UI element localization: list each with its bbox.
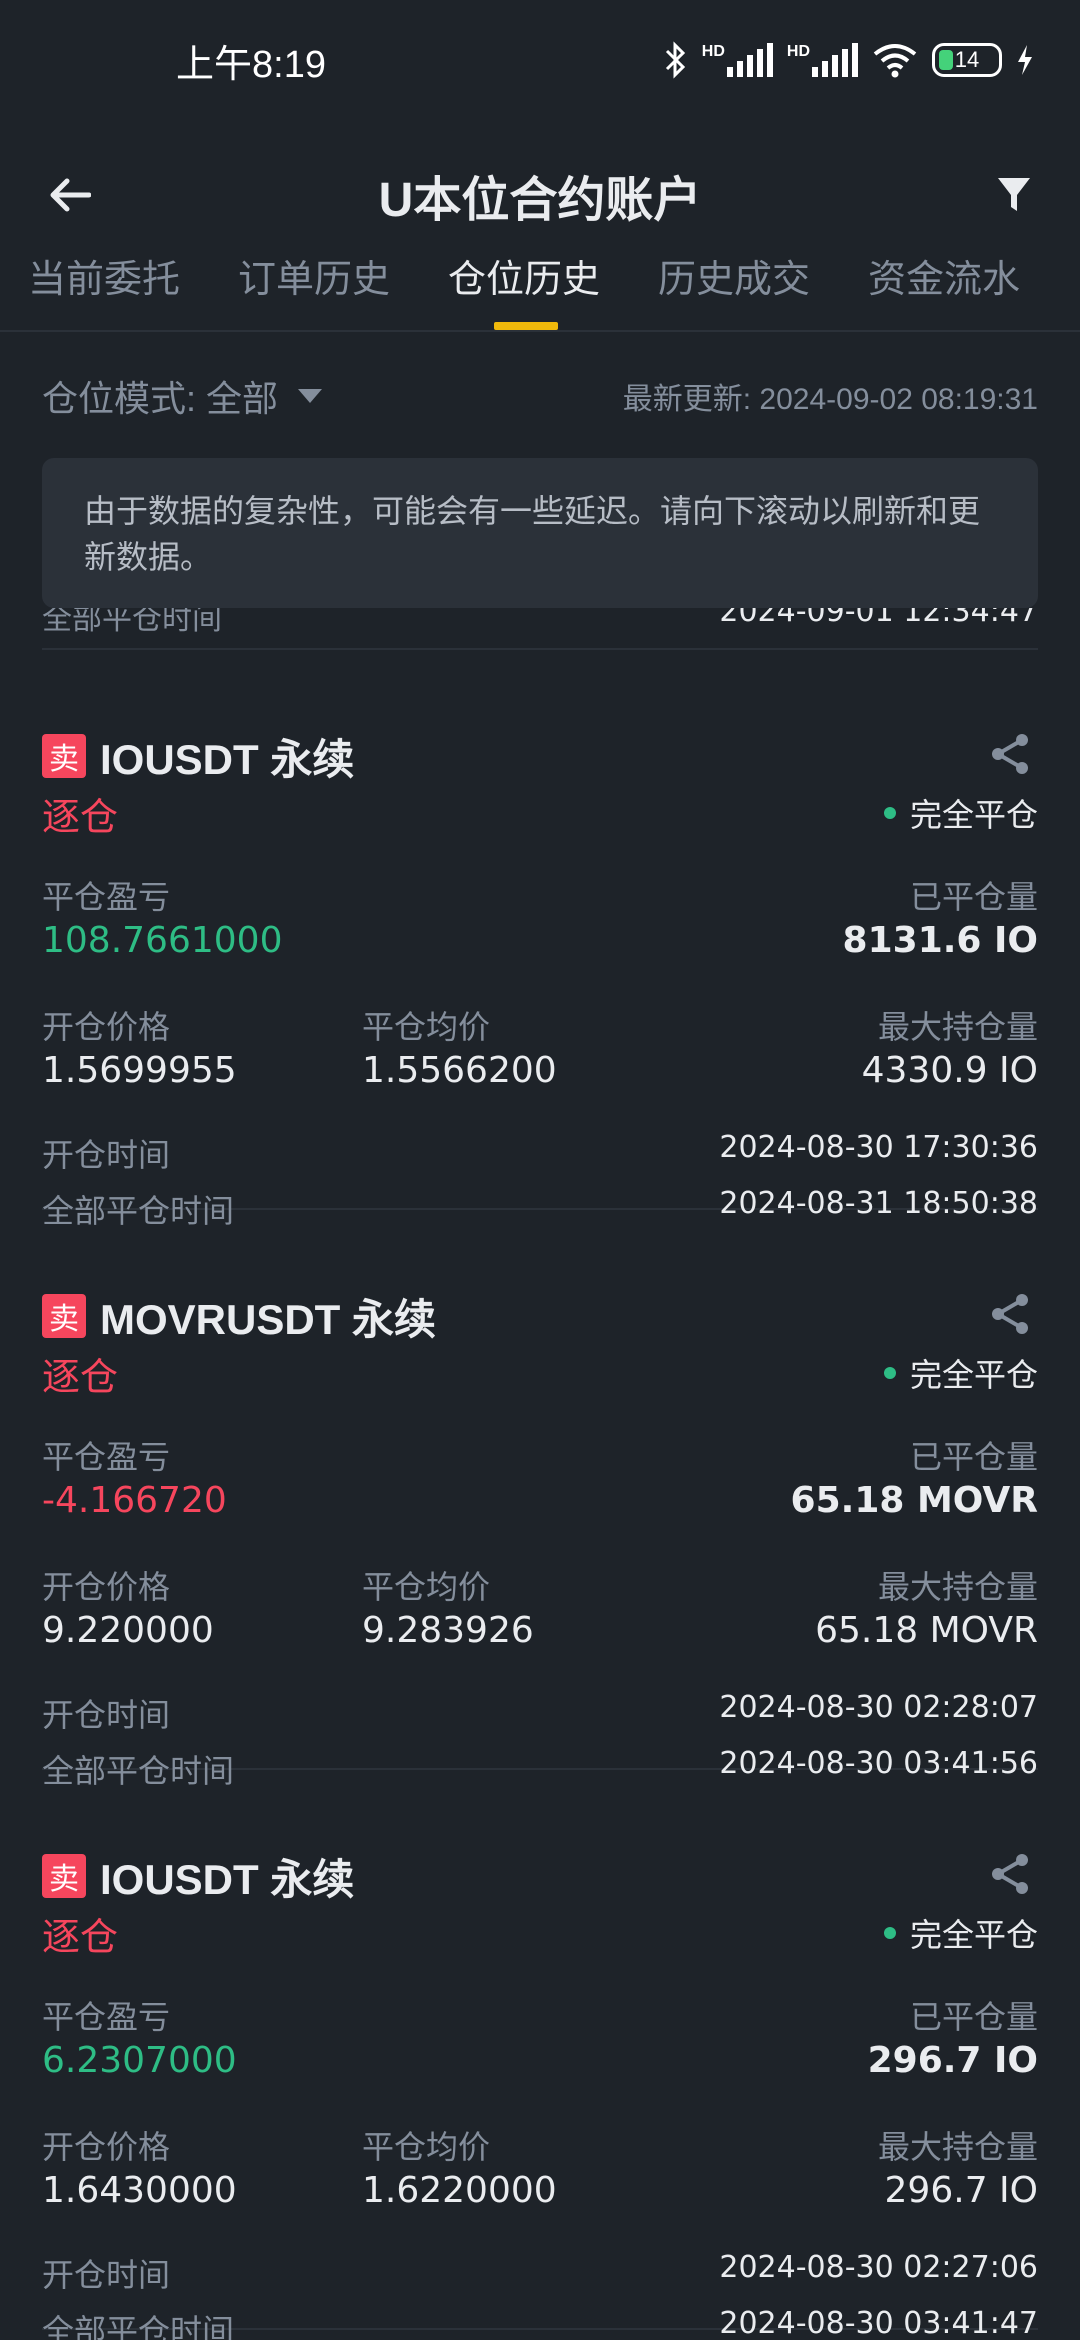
sell-badge: 卖 bbox=[42, 734, 86, 778]
filter-button[interactable] bbox=[984, 160, 1044, 230]
closed-qty-value: 65.18 MOVR bbox=[790, 1480, 1038, 1521]
cell-signal-icon: HD bbox=[702, 43, 773, 77]
max-pos-label: 最大持仓量 bbox=[877, 1569, 1038, 1605]
close-time-label: 全部平仓时间 bbox=[42, 608, 222, 636]
position-status: 完全平仓 bbox=[883, 1910, 1038, 1956]
status-dot-icon bbox=[883, 1367, 896, 1379]
avg-close-value: 9.283926 bbox=[362, 1610, 534, 1651]
closed-qty-label: 已平仓量 bbox=[909, 879, 1038, 915]
pnl-label: 平仓盈亏 bbox=[42, 1999, 171, 2035]
position-status: 完全平仓 bbox=[883, 790, 1038, 836]
closed-qty-value: 296.7 IO bbox=[867, 2040, 1038, 2081]
avg-close-label: 平仓均价 bbox=[362, 1009, 491, 1045]
open-time-value: 2024-08-30 02:27:06 bbox=[719, 2250, 1038, 2285]
position-card[interactable]: 卖 IOUSDT 永续 逐仓 完全平仓 平仓盈亏 已平仓量 108.766100… bbox=[42, 650, 1038, 1229]
close-time-value: 2024-08-30 03:41:47 bbox=[719, 2306, 1038, 2340]
last-update: 最新更新: 2024-09-02 08:19:31 bbox=[622, 383, 1038, 416]
partial-list-item: 全部平仓时间 2024-09-01 12:34:47 bbox=[42, 608, 1038, 650]
entry-price-label: 开仓价格 bbox=[42, 1009, 171, 1045]
caret-down-icon bbox=[298, 389, 323, 403]
status-text: 完全平仓 bbox=[909, 1917, 1038, 1953]
open-time-label: 开仓时间 bbox=[42, 1697, 171, 1733]
position-status: 完全平仓 bbox=[883, 1350, 1038, 1396]
share-icon[interactable] bbox=[988, 1852, 1032, 1896]
margin-mode: 逐仓 bbox=[42, 1917, 119, 1959]
charging-icon bbox=[1018, 45, 1032, 75]
position-mode-dropdown[interactable]: 仓位模式: 全部 bbox=[42, 370, 323, 422]
margin-mode: 逐仓 bbox=[42, 797, 119, 839]
hd-label-2: HD bbox=[786, 43, 810, 60]
open-time-value: 2024-08-30 02:28:07 bbox=[719, 1690, 1038, 1725]
open-time-label: 开仓时间 bbox=[42, 1137, 171, 1173]
sell-badge: 卖 bbox=[42, 1294, 86, 1338]
page-title: U本位合约账户 bbox=[378, 174, 702, 227]
entry-price-value: 1.6430000 bbox=[42, 2170, 237, 2211]
filter-row: 仓位模式: 全部 最新更新: 2024-09-02 08:19:31 bbox=[42, 366, 1038, 426]
position-card[interactable]: 卖 MOVRUSDT 永续 逐仓 完全平仓 平仓盈亏 已平仓量 -4.16672… bbox=[42, 1210, 1038, 1789]
pnl-label: 平仓盈亏 bbox=[42, 879, 171, 915]
pnl-value: -4.166720 bbox=[42, 1480, 227, 1521]
closed-qty-label: 已平仓量 bbox=[909, 1439, 1038, 1475]
active-tab-indicator bbox=[494, 322, 558, 330]
tab-transaction-history[interactable]: 资金流水 bbox=[868, 240, 1020, 332]
back-button[interactable] bbox=[40, 160, 100, 230]
status-bar: 上午8:19 HD HD 14 bbox=[0, 0, 1080, 120]
share-icon[interactable] bbox=[988, 732, 1032, 776]
max-pos-value: 4330.9 IO bbox=[861, 1050, 1038, 1091]
tab-open-orders[interactable]: 当前委托 bbox=[28, 240, 180, 332]
symbol: IOUSDT 永续 bbox=[100, 1856, 355, 1903]
pnl-label: 平仓盈亏 bbox=[42, 1439, 171, 1475]
closed-qty-value: 8131.6 IO bbox=[842, 920, 1038, 961]
share-icon[interactable] bbox=[988, 1292, 1032, 1336]
wifi-icon bbox=[873, 44, 917, 78]
close-time-label: 全部平仓时间 bbox=[42, 2313, 235, 2340]
symbol: MOVRUSDT 永续 bbox=[100, 1296, 437, 1343]
closed-qty-label: 已平仓量 bbox=[909, 1999, 1038, 2035]
pnl-value: 108.7661000 bbox=[42, 920, 283, 961]
close-time-value: 2024-09-01 12:34:47 bbox=[719, 608, 1038, 629]
cell-signal-icon-2: HD bbox=[787, 43, 858, 77]
status-text: 完全平仓 bbox=[909, 797, 1038, 833]
tab-position-history[interactable]: 仓位历史 bbox=[448, 240, 600, 332]
clock: 上午8:19 bbox=[176, 43, 326, 86]
tab-bar: 当前委托 订单历史 仓位历史 历史成交 资金流水 bbox=[0, 240, 1080, 332]
margin-mode: 逐仓 bbox=[42, 1357, 119, 1399]
tab-trade-history[interactable]: 历史成交 bbox=[658, 240, 810, 332]
position-card[interactable]: 卖 IOUSDT 永续 逐仓 完全平仓 平仓盈亏 已平仓量 6.2307000 … bbox=[42, 1770, 1038, 2340]
max-pos-label: 最大持仓量 bbox=[877, 1009, 1038, 1045]
filter-icon bbox=[998, 178, 1030, 211]
entry-price-value: 1.5699955 bbox=[42, 1050, 237, 1091]
tab-order-history[interactable]: 订单历史 bbox=[238, 240, 390, 332]
arrow-left-icon bbox=[50, 178, 91, 212]
avg-close-value: 1.6220000 bbox=[362, 2170, 557, 2211]
pnl-value: 6.2307000 bbox=[42, 2040, 237, 2081]
delay-notice: 由于数据的复杂性，可能会有一些延迟。请向下滚动以刷新和更新数据。 bbox=[42, 458, 1038, 608]
battery-level: 14 bbox=[954, 47, 980, 72]
avg-close-value: 1.5566200 bbox=[362, 1050, 557, 1091]
symbol: IOUSDT 永续 bbox=[100, 736, 355, 783]
avg-close-label: 平仓均价 bbox=[362, 2129, 491, 2165]
entry-price-label: 开仓价格 bbox=[42, 1569, 171, 1605]
status-dot-icon bbox=[883, 807, 896, 819]
battery-icon: 14 bbox=[932, 43, 1002, 77]
status-icons: HD HD 14 bbox=[664, 41, 1034, 79]
position-mode-label: 仓位模式: 全部 bbox=[42, 378, 279, 419]
entry-price-label: 开仓价格 bbox=[42, 2129, 171, 2165]
status-text: 完全平仓 bbox=[909, 1357, 1038, 1393]
open-time-value: 2024-08-30 17:30:36 bbox=[719, 1130, 1038, 1165]
hd-label: HD bbox=[701, 43, 725, 60]
sell-badge: 卖 bbox=[42, 1854, 86, 1898]
max-pos-value: 65.18 MOVR bbox=[815, 1610, 1038, 1651]
open-time-label: 开仓时间 bbox=[42, 2257, 171, 2293]
avg-close-label: 平仓均价 bbox=[362, 1569, 491, 1605]
max-pos-value: 296.7 IO bbox=[884, 2170, 1038, 2211]
status-dot-icon bbox=[883, 1927, 896, 1939]
position-list: 全部平仓时间 2024-09-01 12:34:47 卖 IOUSDT 永续 逐… bbox=[42, 608, 1038, 2340]
max-pos-label: 最大持仓量 bbox=[877, 2129, 1038, 2165]
entry-price-value: 9.220000 bbox=[42, 1610, 214, 1651]
bluetooth-icon bbox=[665, 41, 685, 79]
